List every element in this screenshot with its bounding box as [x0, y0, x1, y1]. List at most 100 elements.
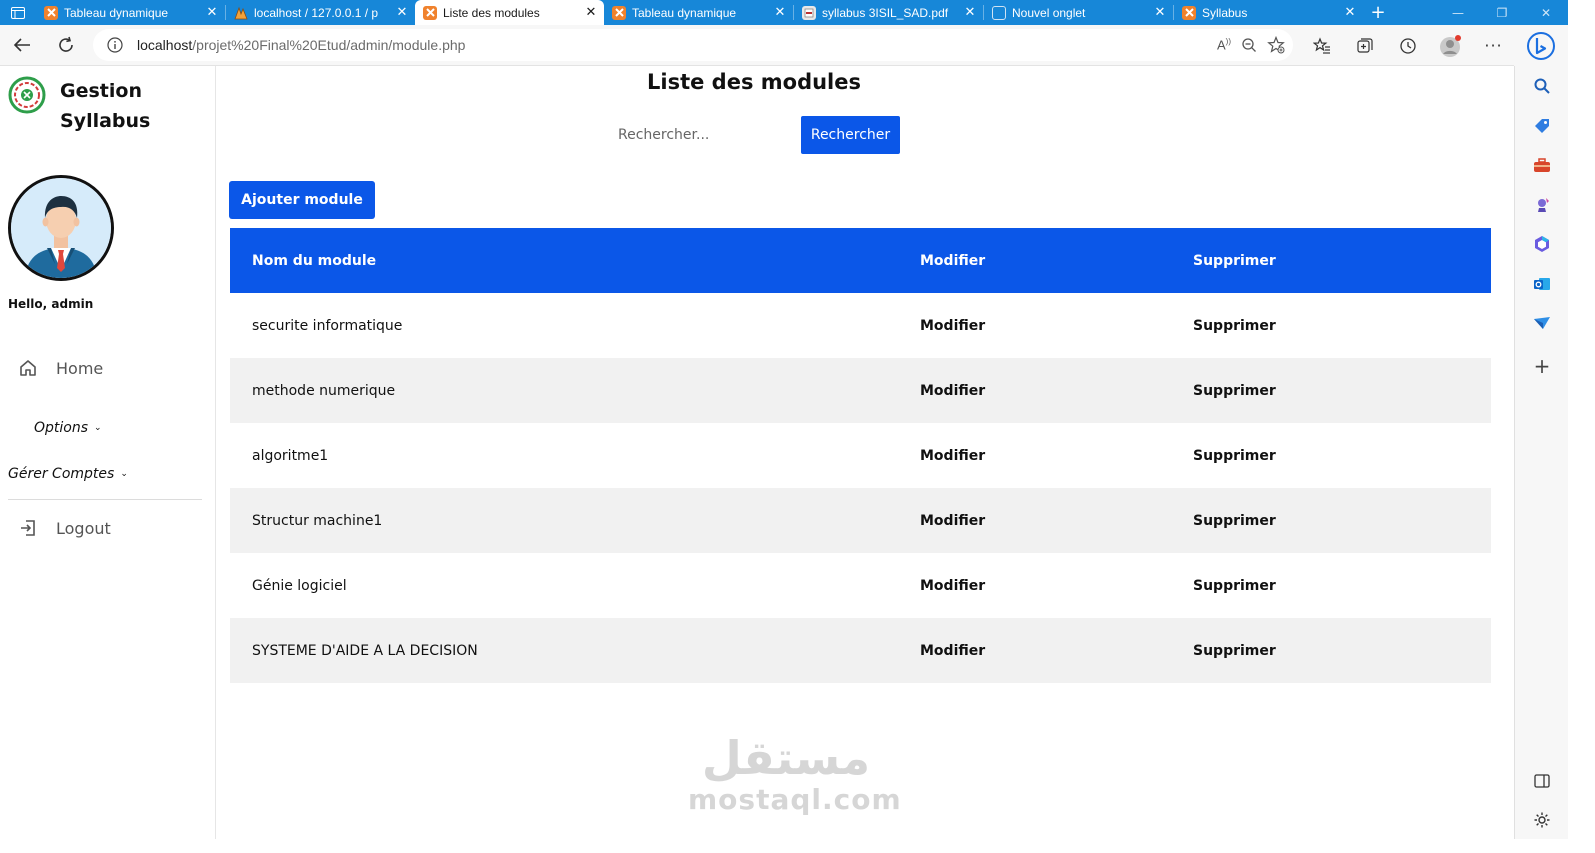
- sidebar-settings-button[interactable]: [1515, 805, 1569, 835]
- sidebar-m365-button[interactable]: [1515, 229, 1569, 259]
- edit-link[interactable]: Modifier: [920, 293, 1193, 358]
- page-title: Liste des modules: [647, 70, 861, 94]
- xampp-icon: [423, 5, 437, 20]
- module-name: securite informatique: [252, 317, 403, 334]
- close-tab-icon[interactable]: ✕: [773, 5, 787, 20]
- collections-button[interactable]: [1343, 37, 1386, 55]
- url-host: localhost: [137, 37, 193, 53]
- sidebar-search-button[interactable]: [1515, 71, 1569, 101]
- url-path: /projet%20Final%20Etud/admin/module.php: [192, 37, 466, 53]
- avatar: [8, 175, 114, 281]
- table-header-row: Nom du module Modifier Supprimer: [230, 228, 1491, 293]
- zoom-out-icon[interactable]: [1241, 37, 1257, 53]
- nav-comptes-dropdown[interactable]: Gérer Comptes ⌄: [8, 466, 128, 482]
- address-bar-actions: A)): [1217, 29, 1285, 61]
- delete-link[interactable]: Supprimer: [1193, 618, 1491, 683]
- close-tab-icon[interactable]: ✕: [395, 5, 409, 20]
- browser-tab[interactable]: syllabus 3ISIL_SAD.pdf ✕: [794, 0, 983, 25]
- delete-link[interactable]: Supprimer: [1193, 553, 1491, 618]
- nav-home[interactable]: Home: [18, 358, 103, 378]
- tab-actions-menu-button[interactable]: [0, 0, 36, 25]
- arrow-left-icon: [13, 38, 30, 52]
- close-tab-icon[interactable]: ✕: [1343, 5, 1357, 20]
- edit-link[interactable]: Modifier: [920, 423, 1193, 488]
- sidebar-drop-button[interactable]: [1515, 308, 1569, 338]
- browser-tab[interactable]: localhost / 127.0.0.1 / p ✕: [226, 0, 415, 25]
- chevron-down-icon: ⌄: [120, 469, 128, 479]
- university-logo-icon: [8, 76, 46, 114]
- edit-link[interactable]: Modifier: [920, 358, 1193, 423]
- outlook-icon: [1534, 278, 1550, 290]
- close-tab-icon[interactable]: ✕: [1153, 5, 1167, 20]
- module-name: algoritme1: [252, 447, 329, 464]
- restore-button[interactable]: ❐: [1480, 0, 1524, 25]
- nav-divider: [8, 499, 202, 500]
- browser-tab[interactable]: Nouvel onglet ✕: [984, 0, 1173, 25]
- close-tab-icon[interactable]: ✕: [963, 5, 977, 20]
- watermark-arabic: مستقل: [701, 731, 871, 785]
- new-tab-button[interactable]: +: [1363, 0, 1393, 25]
- favorites-button[interactable]: [1300, 36, 1343, 55]
- businessman-avatar-icon: [11, 178, 111, 278]
- edit-link[interactable]: Modifier: [920, 553, 1193, 618]
- table-row: Structur machine1 Modifier Supprimer: [230, 488, 1491, 553]
- delete-link[interactable]: Supprimer: [1193, 488, 1491, 553]
- search-button[interactable]: Rechercher: [801, 116, 900, 154]
- toolbox-icon: [1534, 158, 1550, 172]
- address-bar[interactable]: localhost/projet%20Final%20Etud/admin/mo…: [93, 29, 1293, 61]
- nav-logout[interactable]: Logout: [18, 518, 111, 538]
- close-tab-icon[interactable]: ✕: [205, 5, 219, 20]
- copilot-button[interactable]: [1514, 25, 1568, 66]
- home-icon: [20, 360, 36, 376]
- refresh-button[interactable]: [44, 28, 88, 62]
- browser-tab[interactable]: Tableau dynamique ✕: [36, 0, 225, 25]
- history-icon: [1399, 37, 1416, 54]
- phpmyadmin-icon: [234, 6, 248, 20]
- browser-tab-active[interactable]: Liste des modules ✕: [415, 0, 604, 25]
- edit-link[interactable]: Modifier: [920, 488, 1193, 553]
- greeting: Hello, admin: [8, 297, 94, 311]
- delete-link[interactable]: Supprimer: [1193, 423, 1491, 488]
- sidebar-shopping-button[interactable]: [1515, 111, 1569, 141]
- sidebar-outlook-button[interactable]: [1515, 269, 1569, 299]
- nav-home-label: Home: [56, 358, 104, 378]
- module-name: Génie logiciel: [252, 577, 347, 594]
- tab-label: Syllabus: [1202, 5, 1248, 20]
- sidebar-games-button[interactable]: [1515, 190, 1569, 220]
- add-favorite-star-icon[interactable]: [1267, 36, 1285, 54]
- more-dots-icon: ···: [1484, 36, 1503, 55]
- sidebar-add-button[interactable]: +: [1515, 351, 1569, 381]
- add-module-button[interactable]: Ajouter module: [229, 181, 375, 219]
- tab-label: syllabus 3ISIL_SAD.pdf: [822, 5, 949, 20]
- microsoft-365-icon: [1535, 236, 1549, 252]
- info-icon[interactable]: [107, 37, 123, 53]
- browser-tab[interactable]: Tableau dynamique ✕: [604, 0, 793, 25]
- history-button[interactable]: [1386, 37, 1429, 55]
- delete-link[interactable]: Supprimer: [1193, 293, 1491, 358]
- chevron-down-icon: ⌄: [94, 423, 102, 433]
- table-row: securite informatique Modifier Supprimer: [230, 293, 1491, 358]
- nav-options-dropdown[interactable]: Options ⌄: [34, 420, 102, 436]
- delete-link[interactable]: Supprimer: [1193, 358, 1491, 423]
- sidebar-layout-button[interactable]: [1515, 766, 1569, 796]
- minimize-button[interactable]: —: [1436, 0, 1480, 25]
- close-window-button[interactable]: ✕: [1524, 0, 1568, 25]
- nav-logout-label: Logout: [56, 518, 111, 538]
- plus-icon: +: [1370, 2, 1386, 23]
- sidebar-tools-button[interactable]: [1515, 150, 1569, 180]
- tab-label: Tableau dynamique: [632, 5, 737, 20]
- edit-link[interactable]: Modifier: [920, 618, 1193, 683]
- read-aloud-icon[interactable]: A)): [1217, 37, 1231, 52]
- brand: Gestion Syllabus: [8, 76, 180, 136]
- profile-button[interactable]: [1429, 33, 1472, 59]
- back-button[interactable]: [0, 28, 44, 62]
- search-input[interactable]: [606, 116, 796, 154]
- close-tab-icon[interactable]: ✕: [584, 5, 598, 20]
- logout-icon: [21, 520, 35, 536]
- browser-tab[interactable]: Syllabus ✕: [1174, 0, 1363, 25]
- table-row: SYSTEME D'AIDE A LA DECISION Modifier Su…: [230, 618, 1491, 683]
- tab-label: Liste des modules: [443, 5, 540, 20]
- chess-piece-icon: [1538, 198, 1549, 212]
- profile-avatar-icon: [1439, 34, 1461, 57]
- settings-more-button[interactable]: ···: [1472, 36, 1515, 55]
